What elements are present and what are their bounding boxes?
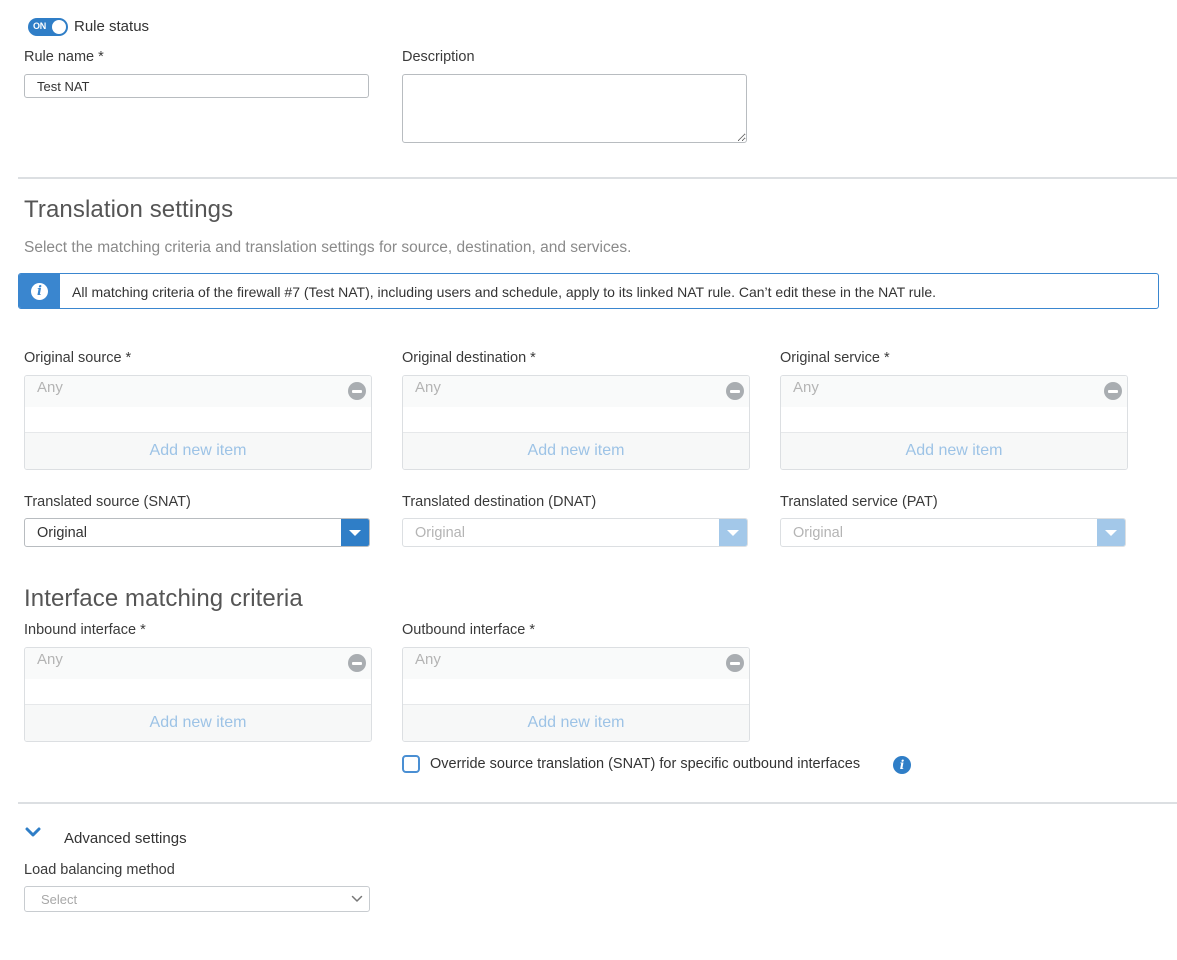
rule-status-toggle[interactable]: ON <box>28 18 68 36</box>
rule-status-label: Rule status <box>74 18 150 35</box>
load-balancing-label: Load balancing method <box>24 862 175 878</box>
list-item-value: Any <box>37 379 63 396</box>
add-new-item-button[interactable]: Add new item <box>403 704 749 741</box>
select-value: Original <box>37 525 87 541</box>
translated-service-select[interactable]: Original <box>780 518 1126 547</box>
select-value: Original <box>415 525 465 541</box>
caret-down-icon <box>727 529 739 536</box>
remove-icon[interactable] <box>348 382 366 400</box>
add-new-item-button[interactable]: Add new item <box>25 704 371 741</box>
interface-matching-title: Interface matching criteria <box>24 585 303 612</box>
translation-settings-title: Translation settings <box>24 196 234 223</box>
list-item: Any <box>403 376 749 407</box>
list-item: Any <box>781 376 1127 407</box>
dropdown-button[interactable] <box>341 519 369 546</box>
info-icon[interactable]: i <box>893 756 911 774</box>
inbound-interface-label: Inbound interface * <box>24 622 146 638</box>
select-value: Original <box>793 525 843 541</box>
list-item: Any <box>25 648 371 679</box>
rule-name-input[interactable] <box>24 74 369 98</box>
override-snat-label[interactable]: Override source translation (SNAT) for s… <box>430 756 860 772</box>
remove-icon[interactable] <box>1104 382 1122 400</box>
translated-source-label: Translated source (SNAT) <box>24 494 191 510</box>
outbound-interface-label: Outbound interface * <box>402 622 536 638</box>
override-snat-checkbox[interactable] <box>402 755 420 773</box>
original-destination-list: Any Add new item <box>402 375 750 470</box>
description-label: Description <box>402 49 475 65</box>
list-item-value: Any <box>415 651 441 668</box>
list-item-value: Any <box>793 379 819 396</box>
chevron-down-icon[interactable] <box>25 826 41 838</box>
list-item-value: Any <box>415 379 441 396</box>
info-banner: i All matching criteria of the firewall … <box>18 273 1159 309</box>
translated-destination-select[interactable]: Original <box>402 518 748 547</box>
description-textarea[interactable] <box>402 74 747 143</box>
translated-source-select[interactable]: Original <box>24 518 370 547</box>
load-balancing-select[interactable]: Select <box>24 886 370 912</box>
section-divider <box>18 177 1177 179</box>
advanced-settings-toggle[interactable]: Advanced settings <box>64 830 187 847</box>
translated-service-label: Translated service (PAT) <box>780 494 938 510</box>
inbound-interface-list: Any Add new item <box>24 647 372 742</box>
add-new-item-button[interactable]: Add new item <box>781 432 1127 469</box>
toggle-on-text: ON <box>33 21 46 31</box>
section-divider <box>18 802 1177 804</box>
add-new-item-button[interactable]: Add new item <box>403 432 749 469</box>
translation-settings-subtitle: Select the matching criteria and transla… <box>24 239 632 256</box>
caret-down-icon <box>349 529 361 536</box>
chevron-down-icon <box>351 895 363 902</box>
list-item: Any <box>403 648 749 679</box>
caret-down-icon <box>1105 529 1117 536</box>
rule-name-label: Rule name * <box>24 49 104 65</box>
select-placeholder: Select <box>41 892 78 907</box>
dropdown-button[interactable] <box>719 519 747 546</box>
add-new-item-button[interactable]: Add new item <box>25 432 371 469</box>
outbound-interface-list: Any Add new item <box>402 647 750 742</box>
original-destination-label: Original destination * <box>402 350 536 366</box>
info-icon: i <box>31 282 48 300</box>
info-banner-text: All matching criteria of the firewall #7… <box>72 284 936 300</box>
original-source-label: Original source * <box>24 350 132 366</box>
original-source-list: Any Add new item <box>24 375 372 470</box>
list-item: Any <box>25 376 371 407</box>
toggle-knob <box>52 20 66 34</box>
remove-icon[interactable] <box>348 654 366 672</box>
translated-destination-label: Translated destination (DNAT) <box>402 494 597 510</box>
list-item-value: Any <box>37 651 63 668</box>
original-service-label: Original service * <box>780 350 890 366</box>
info-banner-icon-cell: i <box>19 274 60 308</box>
original-service-list: Any Add new item <box>780 375 1128 470</box>
remove-icon[interactable] <box>726 654 744 672</box>
remove-icon[interactable] <box>726 382 744 400</box>
dropdown-button[interactable] <box>1097 519 1125 546</box>
